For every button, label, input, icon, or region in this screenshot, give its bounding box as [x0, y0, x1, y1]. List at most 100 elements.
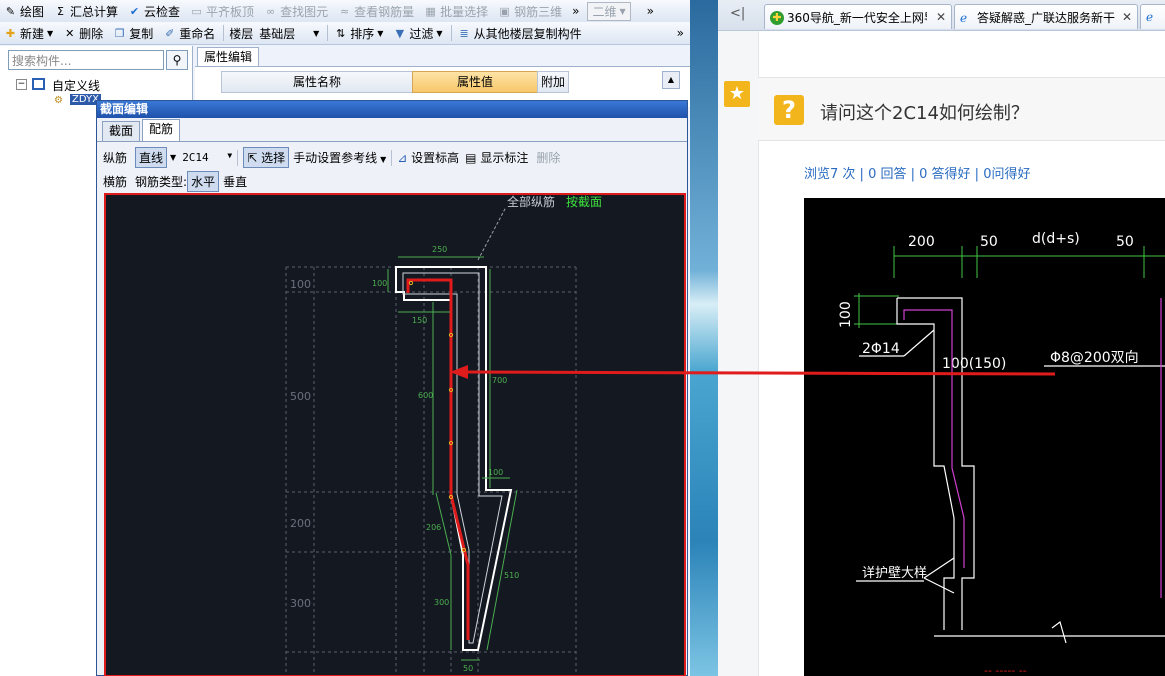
360-logo-icon: ✚: [770, 10, 784, 25]
by-section-label[interactable]: 按截面: [566, 195, 602, 209]
filter-button[interactable]: ▼ 过滤 ▼: [393, 25, 443, 42]
copy-from-floor-button[interactable]: ≣ 从其他楼层复制构件: [458, 25, 581, 42]
grid-label: 100: [290, 278, 311, 291]
chevron-down-icon: ▼: [377, 28, 384, 38]
layers-icon: ≣: [459, 26, 469, 40]
close-icon: ✕: [65, 26, 75, 40]
delete-rebar-button[interactable]: 删除: [536, 149, 560, 166]
search-input[interactable]: 搜索构件...: [8, 50, 164, 70]
view-rebar-qty-button[interactable]: ≈ 查看钢筋量: [338, 3, 414, 20]
align-slab-top-button[interactable]: ▭ 平齐板顶: [190, 3, 254, 20]
rebar-icon: ≈: [339, 4, 350, 18]
manual-ref-line-button[interactable]: 手动设置参考线 ▼: [293, 149, 386, 166]
copy-icon: ❐: [114, 26, 125, 40]
ie-logo-icon: ℯ: [960, 10, 968, 25]
overflow-chevron-icon[interactable]: »: [572, 4, 579, 18]
rename-button[interactable]: ✐ 重命名: [163, 25, 215, 42]
show-label-button[interactable]: ▤ 显示标注: [465, 149, 528, 166]
back-button[interactable]: <|: [730, 6, 745, 21]
section-edit-dialog: 截面编辑 截面 配筋 纵筋 直线 ▼ 2C14 ▼ ⇱ 选择 手动设置参考线 ▼ ⊿…: [96, 100, 688, 676]
rebar-3d-button[interactable]: ▣ 钢筋三维: [498, 3, 562, 20]
all-longitudinal-label: 全部纵筋: [507, 195, 555, 209]
cad-dim: 200: [908, 234, 935, 250]
select-button[interactable]: ⇱ 选择: [243, 147, 290, 168]
section-drawing-canvas[interactable]: 100 500 200 300 250 100 150 600 700 100 …: [104, 193, 686, 676]
toolbar-divider: [450, 25, 452, 41]
dim-label: 100: [372, 279, 387, 288]
scroll-up-button[interactable]: ▲: [662, 71, 680, 89]
view-mode-select[interactable]: 二维 ▼: [587, 1, 631, 21]
cad-label-detail: 详护壁大样: [862, 566, 927, 581]
chevron-down-icon: ▼: [170, 153, 177, 162]
floor-select[interactable]: 基础层 ▼: [259, 25, 319, 42]
tree-item-custom-line[interactable]: 自定义线: [52, 77, 100, 94]
grid-label: 300: [290, 597, 311, 610]
page-sidebar-strip: ★: [718, 31, 759, 676]
vertical-button[interactable]: 垂直: [219, 171, 251, 192]
cloud-check-button[interactable]: ✔ 云检查: [128, 3, 180, 20]
sort-icon: ⇅: [336, 26, 346, 40]
line-mode-select[interactable]: 直线: [135, 147, 168, 168]
batch-select-button[interactable]: ▦ 批量选择: [424, 3, 488, 20]
dim-label: 206: [426, 523, 441, 532]
close-icon[interactable]: ✕: [1122, 5, 1132, 29]
tab-glodon-service[interactable]: ℯ 答疑解惑_广联达服务新干线 ✕: [954, 4, 1138, 29]
copy-button[interactable]: ❐ 复制: [113, 25, 153, 42]
binoculars-icon: ∞: [265, 4, 276, 18]
overflow-chevron-icon-2[interactable]: »: [647, 4, 654, 18]
new-button[interactable]: ✚ 新建 ▼: [4, 25, 53, 42]
slab-icon: ▭: [191, 4, 202, 18]
good-questions-count: 0问得好: [983, 167, 1031, 182]
set-elevation-button[interactable]: ⊿ 设置标高: [397, 149, 459, 166]
elevation-icon: ⊿: [397, 151, 408, 165]
chevron-down-icon: ▼: [619, 6, 626, 16]
tree-collapse-toggle[interactable]: −: [16, 79, 27, 90]
dim-label: 510: [504, 571, 519, 580]
find-element-button[interactable]: ∞ 查找图元: [264, 3, 328, 20]
browser-tab-bar: <| ✚360导航_新一代安全上网导航✕ ℯ答疑解惑_广联达服务新干线✕ ℯ: [718, 0, 1165, 31]
rename-icon: ✐: [165, 26, 175, 40]
toolbar-divider: [391, 149, 393, 166]
tab-360-nav[interactable]: ✚360导航_新一代安全上网导航✕: [764, 4, 952, 29]
horizontal-button[interactable]: 水平: [187, 171, 220, 192]
cad-detail-image: 200 50 d(d+s) 50 100 2Φ14 100(150) Φ8@20…: [804, 198, 1165, 676]
sum-calc-button[interactable]: Σ 汇总计算: [54, 3, 118, 20]
search-icon[interactable]: ⚲: [166, 50, 188, 70]
cursor-icon: ⇱: [247, 151, 258, 165]
component-toolbar: ✚ 新建 ▼ ✕ 删除 ❐ 复制 ✐ 重命名 楼层 基础层 ▼ ⇅ 排序 ▼ ▼ 过滤 ▼ ≣ 从其他…: [0, 22, 690, 45]
dim-label: 250: [432, 245, 447, 254]
grid-label: 200: [290, 517, 311, 530]
draw-button[interactable]: ✎ 绘图: [4, 3, 44, 20]
dim-label: 150: [412, 316, 427, 325]
dim-label: 300: [434, 598, 449, 607]
dim-label: 50: [463, 664, 473, 673]
cad-partial-text: -- ----- --: [984, 664, 1027, 676]
dim-label: 100: [488, 468, 503, 477]
property-panel: 属性编辑 属性名称 属性值 附加 ▲: [195, 46, 690, 107]
grid-label: 500: [290, 390, 311, 403]
close-icon[interactable]: ✕: [936, 5, 946, 29]
delete-button[interactable]: ✕ 删除: [63, 25, 103, 42]
sort-button[interactable]: ⇅ 排序 ▼: [334, 25, 383, 42]
check-icon: ✔: [129, 4, 140, 18]
tab-property-edit[interactable]: 属性编辑: [197, 47, 260, 66]
cad-dim: 50: [1116, 234, 1134, 250]
overflow-chevron-icon-3[interactable]: »: [677, 26, 684, 40]
question-mark-icon: ?: [774, 95, 804, 125]
leader-line: [477, 206, 507, 261]
longitudinal-rebar[interactable]: [406, 278, 470, 640]
custom-line-icon: [32, 78, 45, 90]
col-header-extra: 附加: [537, 71, 569, 93]
tab-partial[interactable]: ℯ: [1140, 4, 1165, 29]
cad-drawing: 200 50 d(d+s) 50 100 2Φ14 100(150) Φ8@20…: [838, 231, 1165, 676]
tab-section[interactable]: 截面: [102, 121, 141, 141]
tab-reinforcement[interactable]: 配筋: [142, 119, 181, 142]
rebar-toolbar-row1: 纵筋 直线 ▼ 2C14 ▼ ⇱ 选择 手动设置参考线 ▼ ⊿ 设置标高 ▤ 显示标…: [103, 147, 560, 168]
rebar-spec-input[interactable]: 2C14 ▼: [182, 151, 232, 164]
cad-dim: 100: [838, 301, 854, 328]
col-header-value: 属性值: [412, 71, 538, 93]
star-icon[interactable]: ★: [724, 81, 750, 107]
chevron-down-icon: ▼: [313, 28, 320, 38]
question-title: 请问这个2C14如何绘制？: [820, 103, 1029, 124]
chevron-down-icon: ▼: [227, 151, 233, 160]
